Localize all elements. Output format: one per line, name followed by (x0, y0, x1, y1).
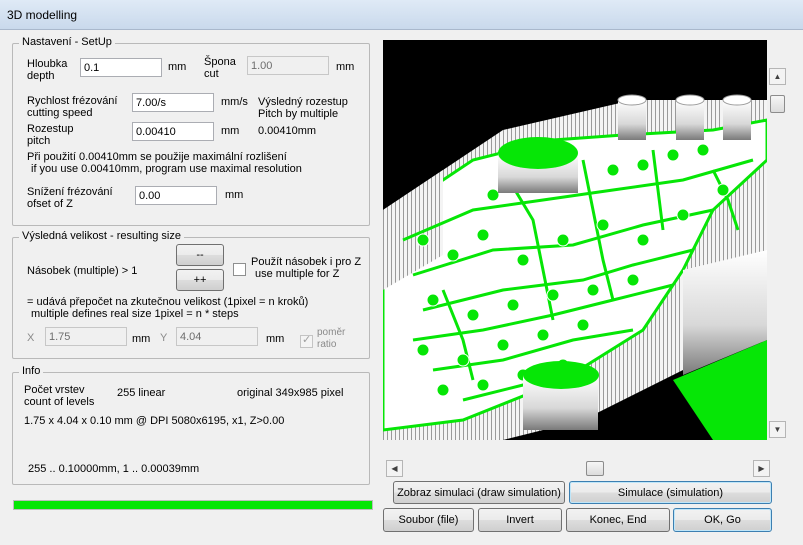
x-label: X (27, 332, 35, 344)
result-pitch-label: Výsledný rozestup Pitch by multiple (258, 96, 348, 120)
depth-unit: mm (168, 61, 187, 73)
depth-label: Hloubka depth (27, 58, 68, 82)
resulting-size-group: Výsledná velikost - resulting size Násob… (12, 230, 370, 359)
ok-go-button[interactable]: OK, Go (673, 508, 772, 532)
draw-simulation-button[interactable]: Zobraz simulaci (draw simulation) (393, 481, 565, 504)
depth-input[interactable] (80, 58, 162, 77)
multiple-label: Násobek (multiple) > 1 (27, 265, 138, 277)
pitch-label: Rozestup pitch (27, 123, 74, 147)
offset-label: Snížení frézování ofset of Z (27, 186, 113, 210)
resulting-size-group-title: Výsledná velikost - resulting size (19, 230, 184, 242)
end-button[interactable]: Konec, End (566, 508, 670, 532)
multiple-decrease-button[interactable]: -- (176, 244, 224, 266)
scroll-down-icon[interactable]: ▼ (769, 421, 786, 438)
view-horizontal-scrollbar[interactable]: ◀ ▶ (386, 460, 770, 477)
cut-unit: mm (336, 61, 355, 73)
ratio-checkmark-icon: ✓ (302, 334, 312, 346)
scroll-left-icon[interactable]: ◀ (386, 460, 403, 477)
ratio-label: poměr ratio (317, 327, 346, 350)
setup-group: Nastavení - SetUp Hloubkadepth mm Šponac… (12, 36, 370, 226)
levels-label: Počet vrstev count of levels (24, 384, 95, 408)
window-title: 3D modelling (7, 8, 78, 22)
invert-button[interactable]: Invert (478, 508, 562, 532)
info-group: Info Počet vrstev count of levels 255 lin… (12, 365, 370, 485)
y-size-input (176, 327, 258, 346)
max-resolution-note: Při použití 0.00410mm se použije maximál… (27, 151, 302, 175)
scroll-up-icon[interactable]: ▲ (769, 68, 786, 85)
x-unit: mm (132, 333, 151, 345)
x-size-input (45, 327, 127, 346)
y-unit: mm (266, 333, 285, 345)
info-group-title: Info (19, 365, 44, 377)
offset-input[interactable] (135, 186, 217, 205)
offset-unit: mm (225, 189, 244, 201)
file-button[interactable]: Soubor (file) (383, 508, 474, 532)
original-size: original 349x985 pixel (237, 387, 344, 399)
use-multiple-z-label: Použít násobek i pro Zuse multiple for Z (251, 256, 362, 280)
speed-label: Rychlost frézování cutting speed (27, 95, 118, 119)
vertical-scroll-thumb[interactable] (770, 94, 785, 113)
range-info: 255 .. 0.10000mm, 1 .. 0.00039mm (28, 463, 200, 475)
dialog-client: Nastavení - SetUp Hloubkadepth mm Šponac… (0, 30, 803, 545)
y-label: Y (160, 332, 168, 344)
title-bar: 3D modelling (0, 0, 803, 30)
ratio-checkbox: ✓ (300, 334, 313, 348)
simulation-view[interactable] (383, 40, 767, 440)
levels-value: 255 linear (117, 387, 166, 399)
speed-input[interactable] (132, 93, 214, 112)
cut-input (247, 56, 329, 75)
pitch-unit: mm (221, 125, 240, 137)
view-vertical-scrollbar[interactable]: ▲ ▼ (769, 68, 786, 438)
multiple-increase-button[interactable]: ++ (176, 269, 224, 291)
setup-group-title: Nastavení - SetUp (19, 36, 115, 48)
multiple-explanation: = udává přepočet na zkutečnou velikost (… (27, 296, 309, 320)
cut-label: Špona cut (204, 56, 236, 80)
scroll-right-icon[interactable]: ▶ (753, 460, 770, 477)
result-pitch-value: 0.00410mm (258, 125, 317, 137)
progress-bar (13, 500, 373, 510)
horizontal-scroll-thumb[interactable] (585, 461, 604, 476)
speed-unit: mm/s (221, 96, 248, 108)
pitch-input[interactable] (132, 122, 214, 141)
dimensions-info: 1.75 x 4.04 x 0.10 mm @ DPI 5080x6195, x… (24, 415, 285, 427)
use-multiple-z-checkbox[interactable] (233, 263, 246, 276)
pcb-3d-render (383, 40, 767, 440)
progress-fill (14, 501, 372, 509)
simulation-button[interactable]: Simulace (simulation) (569, 481, 772, 504)
